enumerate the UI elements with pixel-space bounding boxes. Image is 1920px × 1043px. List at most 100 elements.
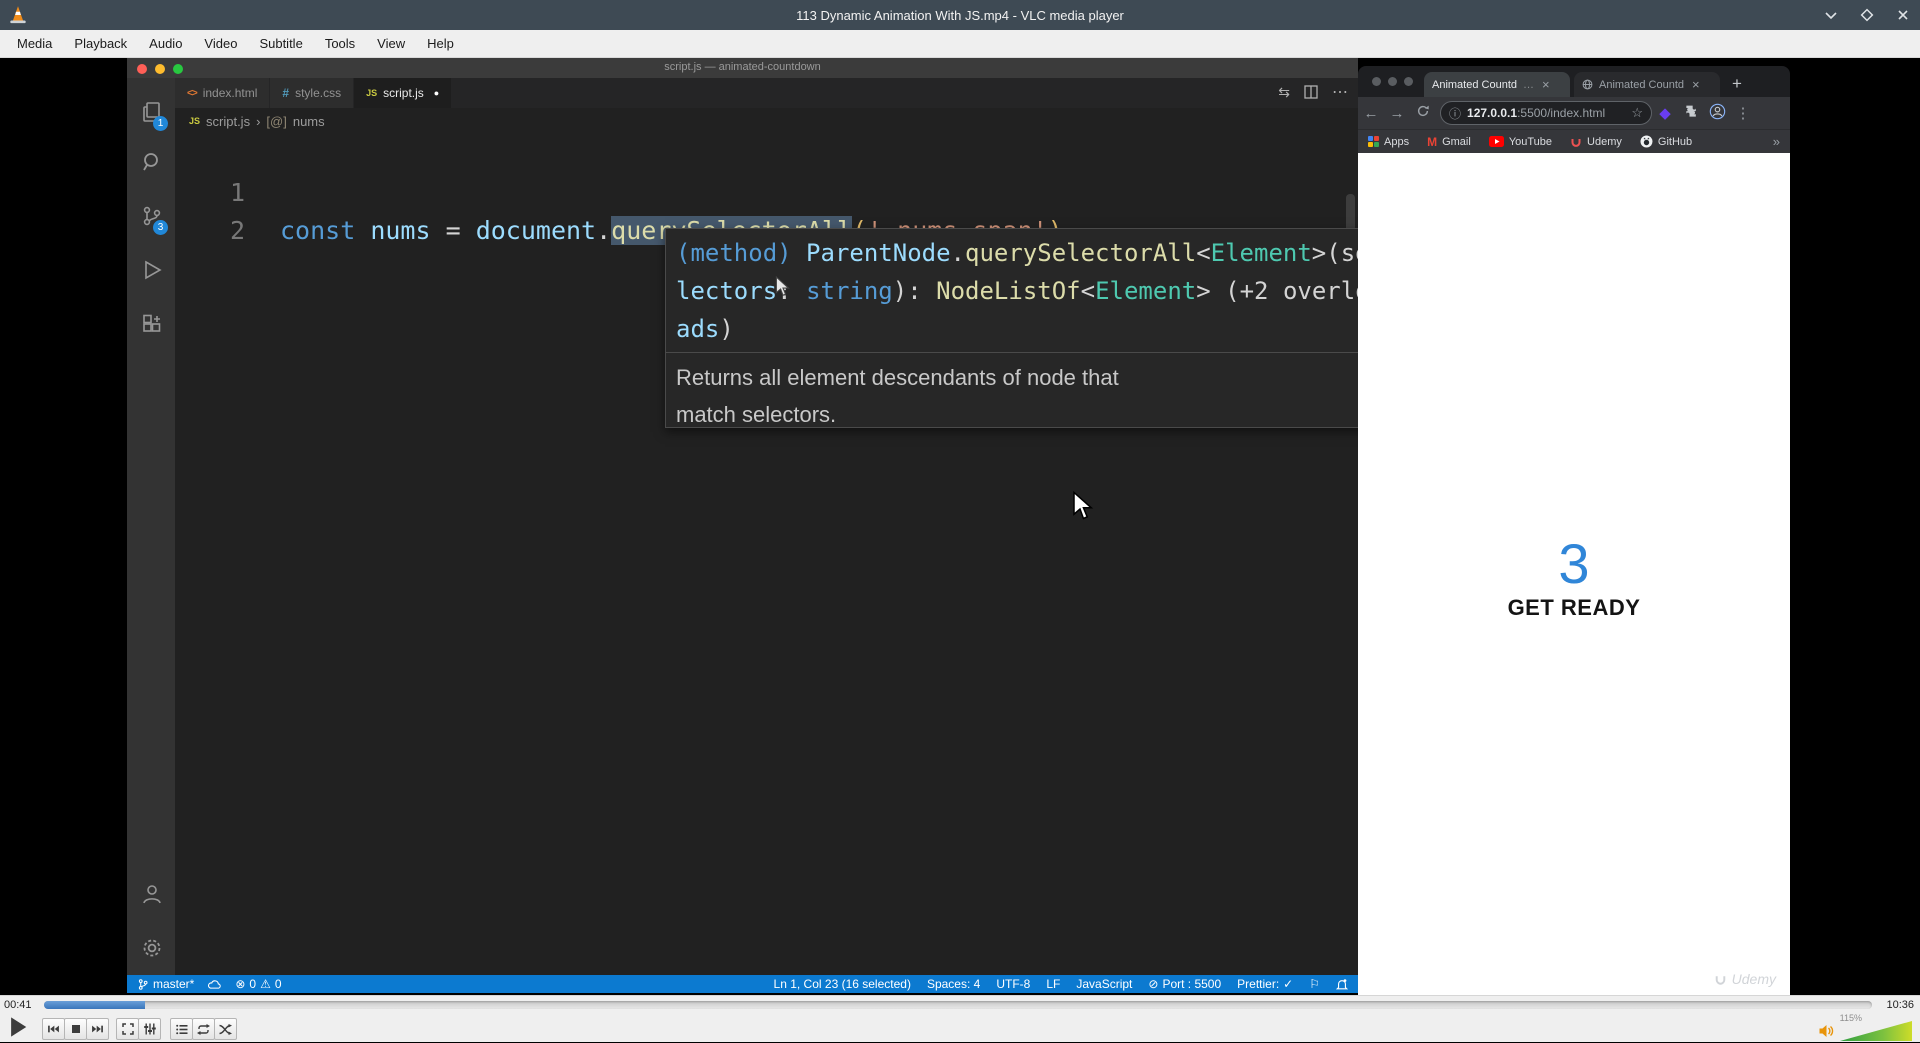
url-text: 127.0.0.1:5500/index.html — [1467, 106, 1605, 120]
source-control-badge: 3 — [153, 220, 168, 235]
url-bar[interactable]: ⓘ 127.0.0.1:5500/index.html ☆ — [1440, 101, 1652, 125]
forward-button[interactable]: → — [1384, 105, 1410, 122]
breadcrumb[interactable]: JS script.js › [@] nums — [189, 110, 325, 132]
menu-playback[interactable]: Playback — [65, 32, 136, 55]
encoding-status[interactable]: UTF-8 — [996, 977, 1030, 991]
browser-tab-active[interactable]: Animated Countd… × — [1424, 72, 1570, 97]
bookmark-star-icon[interactable]: ☆ — [1631, 105, 1643, 121]
extension-icon[interactable]: ◆ — [1652, 104, 1678, 122]
breadcrumb-symbol[interactable]: nums — [293, 114, 325, 129]
browser-navbar: ← → ⓘ 127.0.0.1:5500/index.html ☆ ◆ ⋮ — [1358, 97, 1790, 129]
browser-tab-inactive[interactable]: Animated Countd × — [1574, 72, 1720, 97]
random-button[interactable] — [214, 1018, 237, 1040]
compare-changes-icon[interactable]: ⇆ — [1278, 84, 1290, 101]
tab-script-js[interactable]: JS script.js ● — [354, 78, 453, 108]
run-debug-icon[interactable] — [140, 258, 164, 282]
cursor-position-status[interactable]: Ln 1, Col 23 (16 selected) — [774, 977, 911, 991]
next-button[interactable] — [86, 1018, 109, 1040]
previous-button[interactable] — [42, 1018, 65, 1040]
puzzle-extensions-icon[interactable] — [1678, 104, 1704, 122]
menu-video[interactable]: Video — [195, 32, 246, 55]
language-mode-status[interactable]: JavaScript — [1076, 977, 1132, 991]
minimize-button[interactable] — [1824, 8, 1838, 22]
bookmark-apps[interactable]: Apps — [1368, 136, 1409, 148]
activity-bar: 1 3 — [127, 78, 175, 975]
bookmark-udemy[interactable]: Udemy — [1570, 136, 1622, 148]
extended-settings-button[interactable] — [138, 1018, 161, 1040]
close-tab-icon[interactable]: × — [1542, 77, 1550, 92]
code-line-2[interactable]: 2 — [175, 174, 1358, 245]
editor-tabstrip: <> index.html # style.css JS script.js ● — [175, 78, 1358, 108]
code-editor[interactable]: JS script.js › [@] nums 1 const nums = d… — [175, 108, 1403, 975]
bookmark-label: Gmail — [1442, 135, 1471, 148]
menu-subtitle[interactable]: Subtitle — [250, 32, 311, 55]
eol-status[interactable]: LF — [1046, 977, 1060, 991]
feedback-icon[interactable]: ⚐ — [1309, 977, 1320, 991]
play-button[interactable] — [8, 1016, 28, 1043]
volume-gauge[interactable] — [1840, 1021, 1912, 1041]
close-button[interactable] — [1896, 8, 1910, 22]
watermark-label: Udemy — [1731, 971, 1776, 987]
playlist-button[interactable] — [170, 1018, 193, 1040]
menu-view[interactable]: View — [368, 32, 414, 55]
search-icon[interactable] — [140, 150, 164, 174]
sig-token: ) — [719, 315, 734, 343]
profile-avatar-icon[interactable] — [1704, 103, 1730, 124]
breadcrumb-file[interactable]: script.js — [206, 114, 250, 129]
account-icon[interactable] — [140, 882, 164, 906]
bookmarks-overflow-icon[interactable]: » — [1773, 134, 1780, 149]
bookmark-youtube[interactable]: YouTube — [1488, 135, 1553, 148]
live-server-port-status[interactable]: ⊘ Port : 5500 — [1148, 977, 1221, 991]
sync-changes-button[interactable] — [208, 979, 222, 990]
udemy-icon — [1571, 138, 1581, 147]
tab-style-css[interactable]: # style.css — [270, 78, 355, 108]
hover-tooltip: (method) ParentNode.querySelectorAll<Ele… — [665, 228, 1403, 428]
new-tab-button[interactable]: + — [1732, 74, 1742, 94]
problems-status[interactable]: ⊗ 0 ⚠ 0 — [235, 977, 281, 991]
port-icon: ⊘ — [1148, 977, 1159, 991]
html-file-icon: <> — [187, 87, 198, 99]
site-info-icon[interactable]: ⓘ — [1449, 105, 1461, 122]
settings-gear-icon[interactable] — [140, 936, 164, 960]
more-actions-icon[interactable]: ⋯ — [1332, 82, 1348, 102]
indentation-status[interactable]: Spaces: 4 — [927, 977, 980, 991]
bookmark-github[interactable]: GitHub — [1640, 135, 1692, 148]
split-editor-icon[interactable] — [1304, 85, 1318, 99]
menu-help[interactable]: Help — [418, 32, 463, 55]
git-branch-status[interactable]: master* — [137, 977, 194, 991]
close-tab-icon[interactable]: × — [1692, 77, 1700, 92]
line-number: 2 — [229, 216, 245, 245]
reload-button[interactable] — [1410, 104, 1436, 122]
sig-token: Element — [1095, 277, 1197, 305]
css-file-icon: # — [282, 86, 290, 100]
sig-token: > — [1196, 277, 1226, 305]
symbol-variable-icon: [@] — [266, 113, 287, 129]
extensions-icon[interactable] — [140, 312, 164, 336]
bookmark-gmail[interactable]: M Gmail — [1427, 135, 1471, 149]
prettier-status[interactable]: Prettier: ✓ — [1237, 977, 1293, 991]
flag-icon: ⚐ — [1309, 977, 1320, 991]
notifications-bell-icon[interactable] — [1336, 978, 1348, 991]
seek-bar[interactable] — [44, 1001, 1872, 1009]
browser-menu-icon[interactable]: ⋮ — [1730, 104, 1756, 122]
youtube-icon — [1488, 136, 1504, 147]
modified-dot-icon[interactable]: ● — [434, 88, 439, 98]
github-icon — [1640, 135, 1653, 148]
bookmark-label: YouTube — [1508, 135, 1553, 148]
check-icon: ✓ — [1283, 977, 1294, 991]
tab-index-html[interactable]: <> index.html — [175, 78, 271, 108]
menu-tools[interactable]: Tools — [316, 32, 364, 55]
fullscreen-button[interactable] — [116, 1018, 139, 1040]
maximize-button[interactable] — [1860, 8, 1874, 22]
loop-button[interactable] — [192, 1018, 215, 1040]
mac-close-button — [1372, 77, 1381, 86]
branch-name: master* — [153, 977, 195, 991]
code-line-1[interactable]: 1 const nums = document.querySelectorAll… — [175, 136, 1358, 245]
menu-audio[interactable]: Audio — [140, 32, 191, 55]
vscode-window-title: script.js — animated-countdown — [664, 61, 821, 73]
menu-media[interactable]: Media — [8, 32, 61, 55]
sig-token: ): — [892, 277, 937, 305]
back-button[interactable]: ← — [1358, 105, 1384, 122]
video-canvas[interactable]: script.js — animated-countdown 1 3 <> in… — [0, 58, 1920, 995]
stop-button[interactable] — [64, 1018, 87, 1040]
